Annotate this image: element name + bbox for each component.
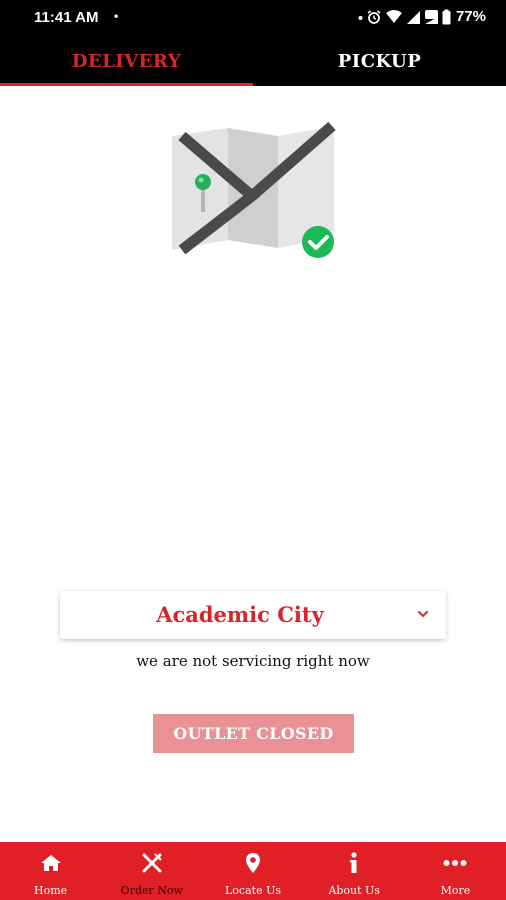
nav-item-more[interactable]: More [405,842,506,900]
battery-icon [442,9,451,24]
home-icon [40,855,61,871]
status-icons: 77% [358,8,486,25]
tab-delivery[interactable]: DELIVERY [0,36,253,86]
alarm-icon [367,9,381,24]
nav-item-home[interactable]: Home [0,842,101,900]
nav-item-order-now[interactable]: Order Now [101,842,202,900]
nav-label-home: Home [34,884,68,897]
order-type-tabs: DELIVERY PICKUP [0,36,506,86]
tab-active-indicator [0,83,253,86]
nav-item-about-us[interactable]: About Us [304,842,405,900]
more-dots-icon [443,860,467,866]
status-time: 11:41 AM [34,9,99,26]
signal-icon [406,10,420,24]
info-icon [350,852,357,873]
notification-dot: • [114,9,119,23]
nav-label-locate-us: Locate Us [225,884,281,897]
location-pin-icon [246,853,260,873]
battery-percentage: 77% [455,8,486,25]
wifi-icon [385,9,402,23]
chevron-down-icon [418,611,428,618]
small-dot-icon [358,15,363,20]
status-bar: 11:41 AM • 77% [0,0,506,36]
map-illustration-icon [172,122,336,258]
tab-pickup-label: PICKUP [337,50,422,72]
nav-label-about-us: About Us [328,884,380,897]
nav-item-locate-us[interactable]: Locate Us [202,842,303,900]
tab-delivery-label: DELIVERY [71,50,182,72]
outlet-closed-button[interactable]: OUTLET CLOSED [153,714,354,753]
outlet-selected-value: Academic City [156,602,324,627]
outlet-dropdown[interactable]: Academic City [60,591,446,639]
bottom-navigation: Home Order Now Locate Us About Us More [0,842,506,900]
nav-label-order-now: Order Now [120,884,183,897]
tab-pickup[interactable]: PICKUP [253,36,506,86]
nav-label-more: More [440,884,471,897]
utensils-icon [142,853,162,873]
service-status-message: we are not servicing right now [136,652,370,670]
signal-secondary-icon [424,9,438,24]
